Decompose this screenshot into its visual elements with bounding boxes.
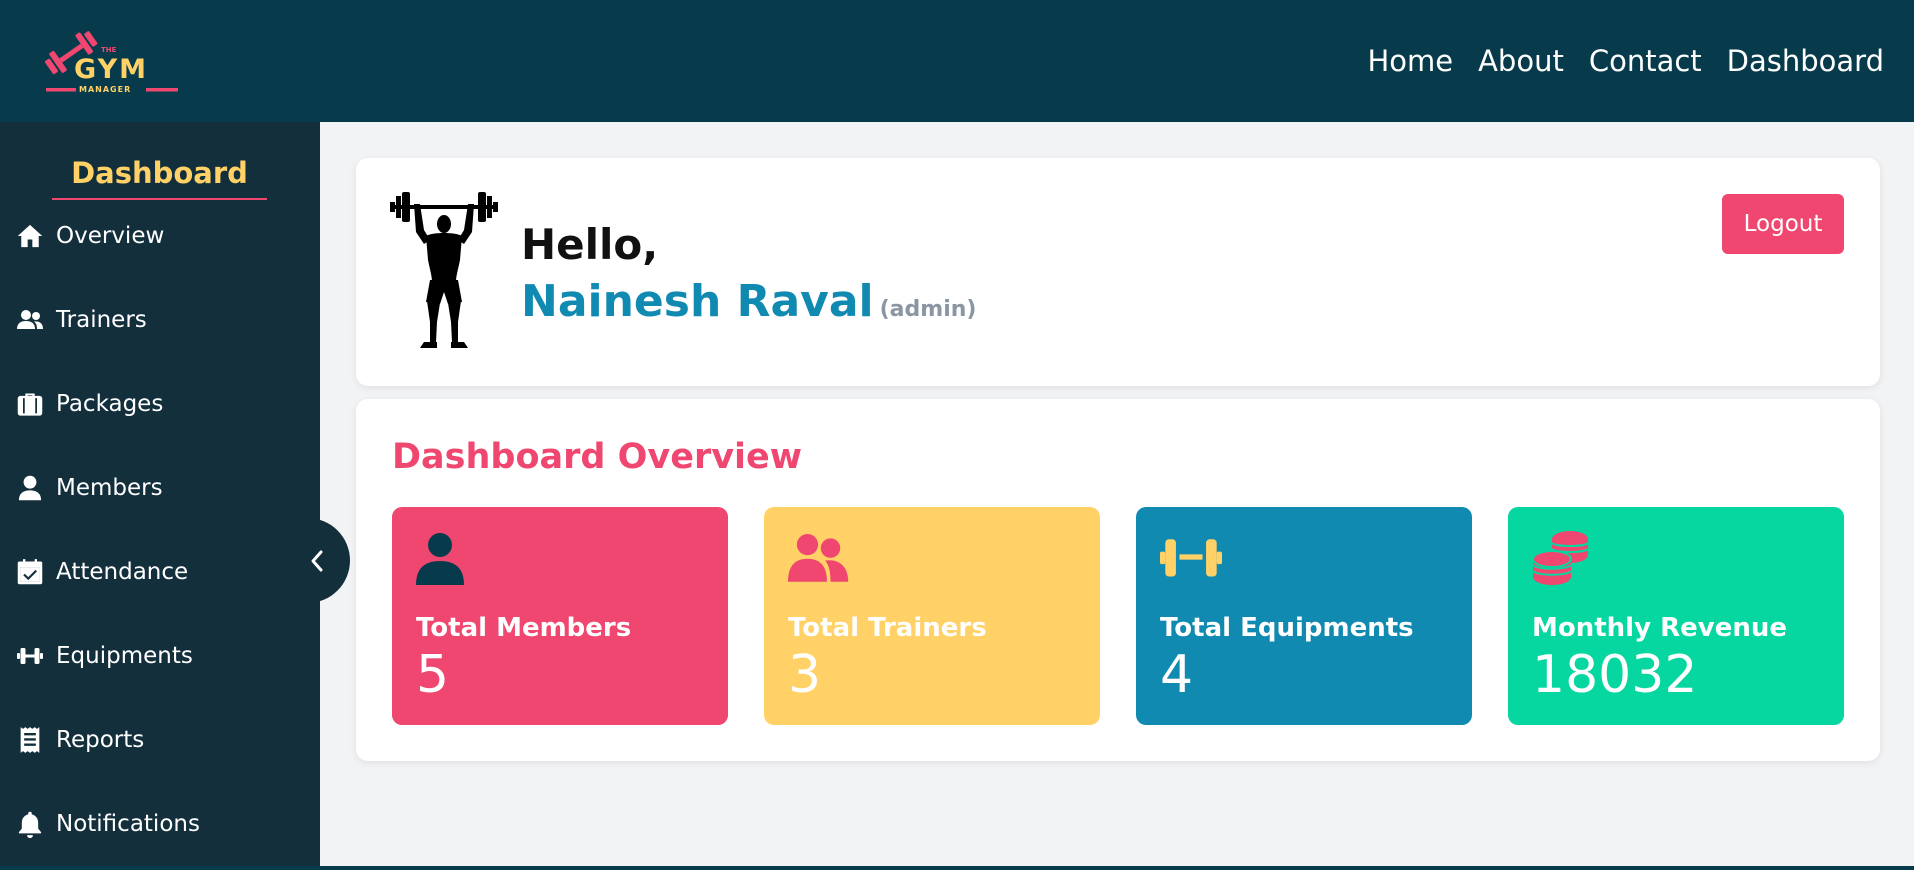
sidebar-item-label: Equipments — [56, 643, 193, 669]
receipt-icon — [20, 727, 40, 753]
overview-title: Dashboard Overview — [392, 437, 803, 477]
home-icon — [17, 224, 43, 248]
sidebar-item-attendance[interactable]: Attendance — [16, 552, 188, 592]
sidebar-item-reports[interactable]: Reports — [16, 720, 144, 760]
sidebar-collapse-button[interactable] — [300, 518, 350, 603]
stat-value: 4 — [1160, 645, 1194, 705]
stat-label: Total Equipments — [1160, 613, 1414, 643]
users-icon — [788, 533, 849, 582]
user-icon — [18, 475, 42, 501]
logo-manager: MANAGER — [79, 85, 131, 94]
nav-about-link[interactable]: About — [1478, 44, 1564, 78]
calendar-check-icon — [17, 559, 43, 585]
sidebar-item-label: Notifications — [56, 811, 200, 837]
dumbbell-icon — [1160, 539, 1222, 577]
stat-card-total-trainers: Total Trainers 3 — [764, 507, 1100, 725]
bottom-border — [0, 866, 1914, 870]
greeting-hello: Hello, — [521, 220, 659, 269]
logo-the: THE — [101, 46, 117, 54]
nav-links: Home About Contact Dashboard — [1367, 0, 1884, 122]
sidebar-item-notifications[interactable]: Notifications — [16, 804, 200, 844]
user-name: Nainesh Raval (admin) — [521, 276, 976, 327]
bell-icon — [18, 811, 42, 838]
sidebar-item-overview[interactable]: Overview — [16, 216, 164, 256]
stat-label: Monthly Revenue — [1532, 613, 1787, 643]
weightlifter-icon — [390, 192, 498, 348]
coins-icon — [1532, 531, 1589, 585]
dashboard-overview-card: Dashboard Overview Total Members 5 Total… — [356, 399, 1880, 761]
stat-label: Total Members — [416, 613, 632, 643]
nav-contact-link[interactable]: Contact — [1589, 44, 1702, 78]
sidebar-title: Dashboard — [52, 156, 267, 200]
sidebar-item-label: Reports — [56, 727, 145, 753]
dumbbell-icon — [17, 648, 43, 664]
sidebar: Dashboard Overview Trainers Packages Mem… — [0, 122, 320, 870]
stat-value: 18032 — [1532, 645, 1698, 705]
top-navbar: THE GYM MANAGER Home About Contact Dashb… — [0, 0, 1914, 122]
logo-gym: GYM — [74, 54, 148, 85]
logout-button[interactable]: Logout — [1722, 194, 1844, 254]
user-role: (admin) — [879, 297, 977, 322]
user-name-text: Nainesh Raval — [521, 276, 874, 327]
gym-manager-logo[interactable]: THE GYM MANAGER — [38, 20, 188, 100]
sidebar-item-members[interactable]: Members — [16, 468, 163, 508]
stat-value: 5 — [416, 645, 450, 705]
nav-home-link[interactable]: Home — [1367, 44, 1453, 78]
chevron-left-icon — [311, 550, 323, 571]
stat-card-total-equipments: Total Equipments 4 — [1136, 507, 1472, 725]
sidebar-item-equipments[interactable]: Equipments — [16, 636, 193, 676]
suitcase-icon — [17, 393, 43, 416]
sidebar-item-label: Attendance — [56, 559, 189, 585]
stat-value: 3 — [788, 645, 822, 705]
stat-card-monthly-revenue: Monthly Revenue 18032 — [1508, 507, 1844, 725]
greeting-card: Hello, Nainesh Raval (admin) Logout — [356, 158, 1880, 386]
sidebar-item-label: Members — [56, 475, 163, 501]
sidebar-item-label: Overview — [56, 223, 165, 249]
stat-label: Total Trainers — [788, 613, 987, 643]
sidebar-item-label: Packages — [56, 391, 164, 417]
users-icon — [17, 310, 43, 329]
sidebar-item-label: Trainers — [56, 307, 147, 333]
sidebar-item-trainers[interactable]: Trainers — [16, 300, 147, 340]
nav-dashboard-link[interactable]: Dashboard — [1727, 44, 1884, 78]
stat-card-total-members: Total Members 5 — [392, 507, 728, 725]
user-icon — [416, 533, 464, 585]
sidebar-item-packages[interactable]: Packages — [16, 384, 163, 424]
dumbbell-logo-icon: THE GYM MANAGER — [44, 31, 178, 94]
